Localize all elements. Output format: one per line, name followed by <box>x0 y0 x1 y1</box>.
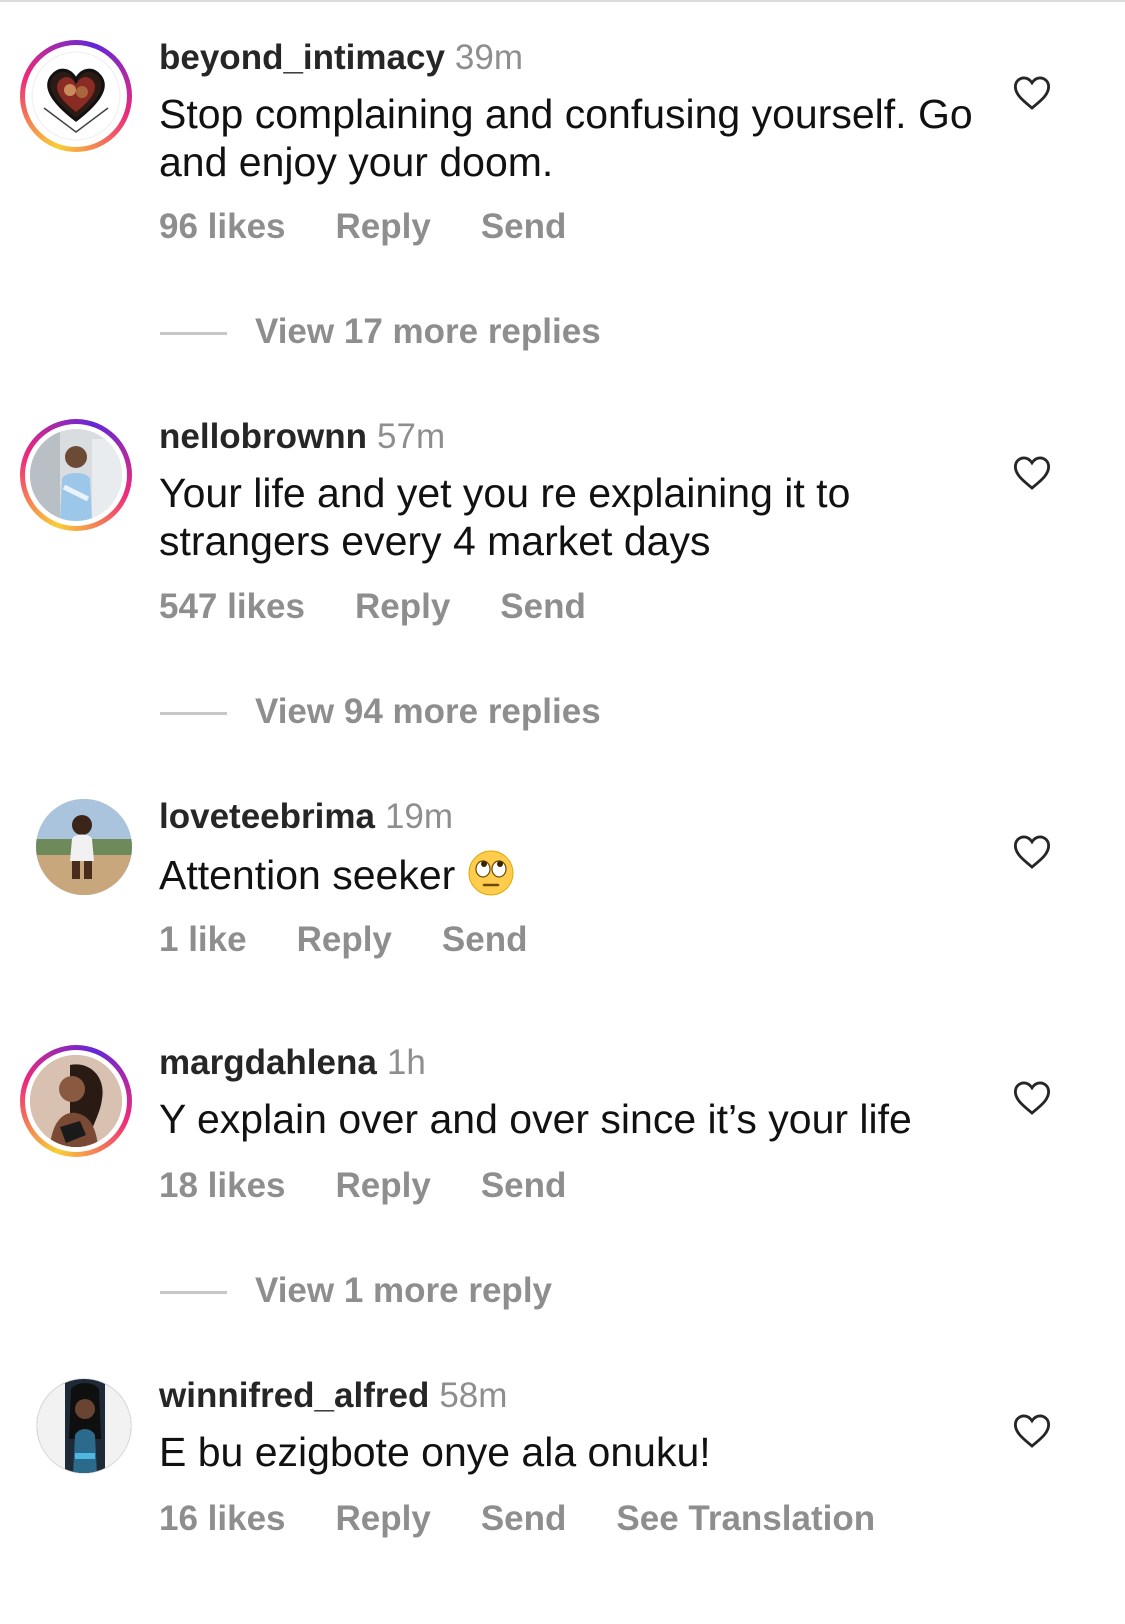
avatar[interactable] <box>36 799 132 895</box>
heart-outline-icon[interactable] <box>1013 75 1051 111</box>
view-more-replies[interactable]: View 17 more replies <box>160 311 601 353</box>
eye-roll-emoji <box>468 850 514 896</box>
avatar[interactable] <box>36 1378 132 1474</box>
comment-header: loveteebrima 19m <box>159 796 453 838</box>
heart-outline-icon[interactable] <box>1013 1080 1051 1116</box>
username[interactable]: winnifred_alfred <box>159 1376 429 1415</box>
comment-actions: 16 likes Reply Send See Translation <box>159 1498 925 1540</box>
reply-button[interactable]: Reply <box>297 920 392 959</box>
comment-actions: 18 likes Reply Send <box>159 1165 616 1207</box>
comment-text-content: Attention seeker <box>159 852 456 898</box>
reply-button[interactable]: Reply <box>336 1166 431 1205</box>
timestamp: 1h <box>386 1043 426 1082</box>
likes-count[interactable]: 1 like <box>159 920 247 959</box>
view-more-replies-label: View 17 more replies <box>255 312 601 351</box>
comment-text: E bu ezigbote onye ala onuku! <box>159 1429 711 1475</box>
avatar[interactable] <box>20 1045 132 1157</box>
profile-photo <box>30 429 122 521</box>
reply-button[interactable]: Reply <box>336 1499 431 1538</box>
top-divider <box>0 0 1125 2</box>
username[interactable]: loveteebrima <box>159 797 375 836</box>
heart-outline-icon[interactable] <box>1013 455 1051 491</box>
comment-actions: 547 likes Reply Send <box>159 586 636 628</box>
reply-button[interactable]: Reply <box>336 207 431 246</box>
comment-header: nellobrownn 57m <box>159 416 445 458</box>
beyond-intimacy-logo <box>31 51 121 141</box>
send-button[interactable]: Send <box>442 920 528 959</box>
timestamp: 58m <box>439 1376 508 1415</box>
replies-divider <box>160 712 227 716</box>
view-more-replies-label: View 1 more reply <box>255 1271 553 1310</box>
likes-count[interactable]: 18 likes <box>159 1166 286 1205</box>
timestamp: 39m <box>454 38 524 77</box>
comment-text: Your life and yet you re explaining it t… <box>159 470 851 564</box>
timestamp: 57m <box>377 417 446 456</box>
comment-header: winnifred_alfred 58m <box>159 1375 507 1417</box>
send-button[interactable]: Send <box>481 207 567 246</box>
replies-divider <box>160 332 227 336</box>
replies-divider <box>160 1291 227 1295</box>
likes-count[interactable]: 547 likes <box>159 587 305 626</box>
profile-photo <box>36 799 132 895</box>
username[interactable]: beyond_intimacy <box>159 38 445 77</box>
send-button[interactable]: Send <box>481 1166 567 1205</box>
comment-text: Stop complaining and confusing yourself.… <box>159 91 973 185</box>
send-button[interactable]: Send <box>500 587 586 626</box>
timestamp: 19m <box>384 797 454 836</box>
comment-header: margdahlena 1h <box>159 1042 426 1084</box>
profile-photo <box>37 1379 131 1473</box>
reply-button[interactable]: Reply <box>355 587 450 626</box>
heart-outline-icon[interactable] <box>1013 834 1051 870</box>
username[interactable]: margdahlena <box>159 1043 377 1082</box>
comment-header: beyond_intimacy 39m <box>159 37 523 79</box>
view-more-replies[interactable]: View 1 more reply <box>160 1270 552 1312</box>
likes-count[interactable]: 96 likes <box>159 207 286 246</box>
profile-photo <box>30 1055 122 1147</box>
see-translation-button[interactable]: See Translation <box>616 1499 875 1538</box>
username[interactable]: nellobrownn <box>159 417 367 456</box>
comment-actions: 96 likes Reply Send <box>159 206 616 248</box>
send-button[interactable]: Send <box>481 1499 567 1538</box>
heart-outline-icon[interactable] <box>1013 1413 1051 1449</box>
comment-text: Y explain over and over since it’s your … <box>159 1096 912 1142</box>
comment-text: Attention seeker <box>159 849 979 899</box>
avatar[interactable] <box>20 40 132 152</box>
view-more-replies-label: View 94 more replies <box>255 692 601 731</box>
comment-actions: 1 like Reply Send <box>159 919 577 961</box>
avatar[interactable] <box>20 419 132 531</box>
likes-count[interactable]: 16 likes <box>159 1499 286 1538</box>
view-more-replies[interactable]: View 94 more replies <box>160 691 601 733</box>
